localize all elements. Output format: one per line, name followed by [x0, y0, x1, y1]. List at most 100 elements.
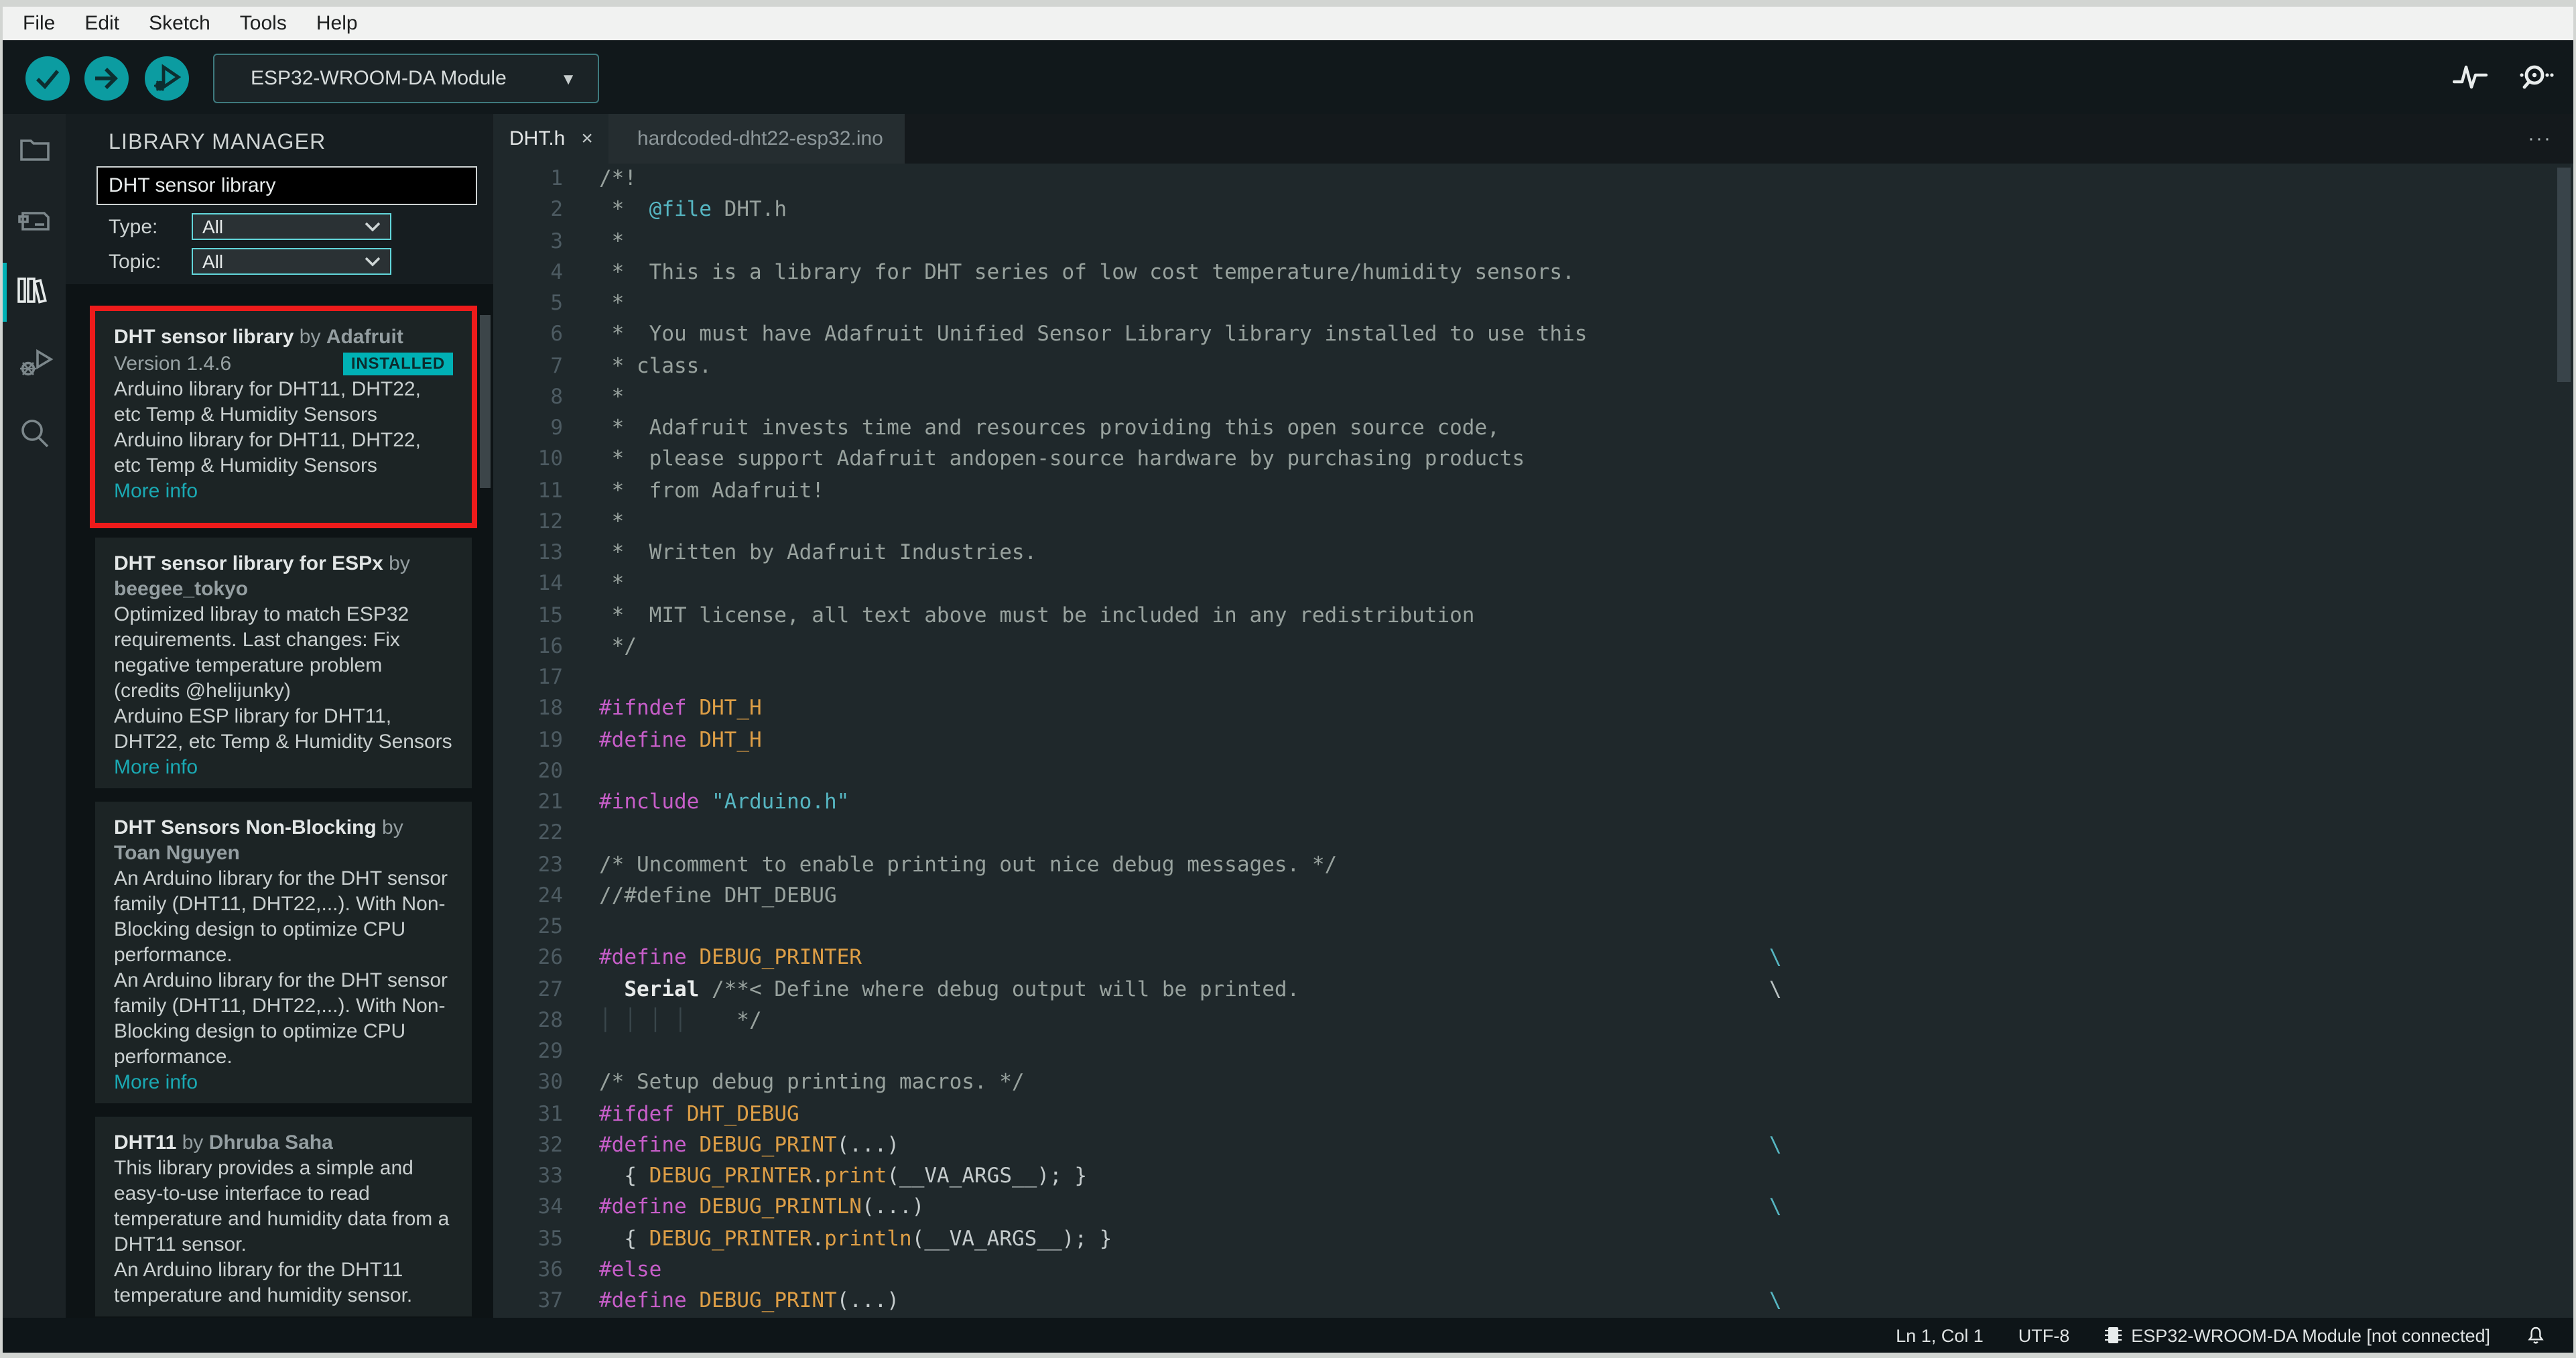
library-entry[interactable]: DHT Sensors Non-Blocking by Toan Nguyen A…	[95, 802, 472, 1103]
code-line: 11 * from Adafruit!	[493, 475, 2573, 507]
sidebar-item-sketchbook[interactable]	[3, 114, 66, 185]
board-status[interactable]: ESP32-WROOM-DA Module [not connected]	[2104, 1324, 2490, 1346]
code-line: 22	[493, 818, 2573, 850]
code-line: 8 *	[493, 382, 2573, 414]
code-line: 26 #define DEBUG_PRINTER \	[493, 943, 2573, 975]
editor-scrollbar[interactable]	[2557, 168, 2571, 382]
menu-help[interactable]: Help	[302, 7, 373, 40]
menu-bar: File Edit Sketch Tools Help	[3, 7, 2573, 40]
library-description: Arduino ESP library for DHT11, DHT22, et…	[114, 705, 452, 753]
menu-edit[interactable]: Edit	[70, 7, 134, 40]
code-line: 29	[493, 1036, 2573, 1068]
installed-badge: INSTALLED	[342, 353, 453, 375]
code-line: 4 * This is a library for DHT series of …	[493, 257, 2573, 289]
more-info-link[interactable]: More info	[114, 755, 453, 780]
board-selector-label: ESP32-WROOM-DA Module	[251, 67, 507, 90]
code-line: 28 │ │ │ │ */	[493, 1005, 2573, 1037]
bell-icon	[2528, 1326, 2544, 1343]
arduino-ide-window: File Edit Sketch Tools Help ESP32-WROOM-…	[0, 0, 2576, 1358]
code-editor[interactable]: 1/*! 2 * @file DHT.h 3 * 4 * This is a libr…	[493, 164, 2573, 1318]
menu-file[interactable]: File	[8, 7, 70, 40]
chip-icon	[2105, 1327, 2122, 1343]
library-name: DHT sensor library	[114, 326, 294, 349]
library-entry[interactable]: DHT sensor library by Adafruit Version 1.…	[95, 311, 472, 524]
line-number: 15	[537, 603, 563, 627]
line-continuation: \	[1769, 977, 1782, 1001]
notifications-bell[interactable]	[2525, 1324, 2547, 1347]
library-description: An Arduino library for the DHT sensor fa…	[114, 969, 448, 1068]
code-line: 24 //#define DHT_DEBUG	[493, 881, 2573, 912]
board-status-label: ESP32-WROOM-DA Module [not connected]	[2131, 1325, 2490, 1345]
code-line: 36 #else	[493, 1255, 2573, 1286]
topic-select[interactable]: All	[192, 248, 391, 275]
code-text: * from Adafruit!	[599, 478, 824, 502]
library-author: Dhruba Saha	[208, 1131, 333, 1154]
code-line: 34 #define DEBUG_PRINTLN(...) \	[493, 1192, 2573, 1224]
tab-dht-h[interactable]: DHT.h ×	[493, 114, 609, 164]
line-number: 1	[550, 166, 563, 190]
code-line: 25	[493, 912, 2573, 943]
more-info-link[interactable]: More info	[114, 1070, 453, 1095]
line-number: 19	[537, 727, 563, 751]
sidebar-item-search[interactable]	[3, 398, 66, 469]
type-select-value: All	[202, 216, 224, 237]
tab-hardcoded-dht22-esp32-ino[interactable]: hardcoded-dht22-esp32.ino	[608, 114, 905, 164]
line-number: 17	[537, 665, 563, 689]
line-continuation: \	[1769, 1288, 1782, 1312]
chevron-down-icon	[365, 256, 381, 267]
menu-sketch[interactable]: Sketch	[134, 7, 225, 40]
library-name: DHT Sensors Non-Blocking	[114, 816, 377, 839]
line-number: 12	[537, 509, 563, 534]
sidebar-item-boards-manager[interactable]	[3, 185, 66, 256]
library-search-input[interactable]	[96, 166, 477, 205]
code-text: * This is a library for DHT series of lo…	[599, 259, 1575, 284]
window-border-bottom	[0, 1353, 2576, 1358]
encoding-indicator[interactable]: UTF-8	[2018, 1325, 2070, 1345]
window-border-top	[0, 0, 2576, 7]
line-number: 2	[550, 197, 563, 222]
code-text: #ifdef DHT_DEBUG	[599, 1101, 799, 1125]
type-select[interactable]: All	[192, 213, 391, 240]
check-icon	[36, 70, 60, 90]
code-text: │ │ │ │ */	[599, 1007, 762, 1032]
sidebar-item-library-manager[interactable]	[3, 256, 66, 327]
verify-button[interactable]	[25, 56, 70, 101]
line-number: 24	[537, 883, 563, 908]
code-text: #define DEBUG_PRINTER \	[599, 943, 2573, 975]
panel-scrollbar[interactable]	[480, 315, 491, 488]
code-line: 23 /* Uncomment to enable printing out ni…	[493, 849, 2573, 881]
line-number: 30	[537, 1070, 563, 1095]
menu-tools[interactable]: Tools	[225, 7, 302, 40]
code-text: /*!	[599, 166, 637, 190]
tab-label: DHT.h	[509, 127, 566, 150]
line-number: 34	[537, 1194, 563, 1219]
line-number: 28	[537, 1007, 563, 1032]
line-number: 11	[537, 478, 563, 502]
board-selector[interactable]: ESP32-WROOM-DA Module ▼	[213, 54, 599, 103]
code-text: //#define DHT_DEBUG	[599, 883, 837, 908]
code-text: * MIT license, all text above must be in…	[599, 603, 1475, 627]
cursor-position[interactable]: Ln 1, Col 1	[1896, 1325, 1984, 1345]
more-actions-icon[interactable]: ···	[2528, 114, 2552, 164]
start-debugging-button[interactable]	[145, 56, 189, 101]
code-text: #ifndef DHT_H	[599, 696, 762, 721]
library-description: Optimized libray to match ESP32 requirem…	[114, 603, 409, 702]
library-entry[interactable]: DHT11 by Dhruba Saha This library provide…	[95, 1117, 472, 1316]
line-number: 31	[537, 1101, 563, 1125]
line-number: 9	[550, 416, 563, 440]
close-icon[interactable]: ×	[581, 127, 593, 150]
library-description: An Arduino library for the DHT sensor fa…	[114, 867, 448, 967]
code-text: * You must have Adafruit Unified Sensor …	[599, 322, 1588, 347]
more-info-link[interactable]: More info	[114, 479, 453, 504]
by-label: by	[376, 816, 403, 839]
serial-plotter-icon[interactable]	[2453, 61, 2488, 93]
serial-monitor-icon[interactable]	[2517, 61, 2555, 93]
code-text: */	[599, 633, 637, 658]
sidebar-item-debug[interactable]	[3, 327, 66, 398]
line-number: 6	[550, 322, 563, 347]
code-line: 17	[493, 662, 2573, 694]
upload-button[interactable]	[84, 56, 129, 101]
status-bar: Ln 1, Col 1 UTF-8 ESP32-WROOM-DA Module …	[3, 1318, 2573, 1353]
library-entry[interactable]: DHT sensor library for ESPx by beegee_to…	[95, 538, 472, 788]
